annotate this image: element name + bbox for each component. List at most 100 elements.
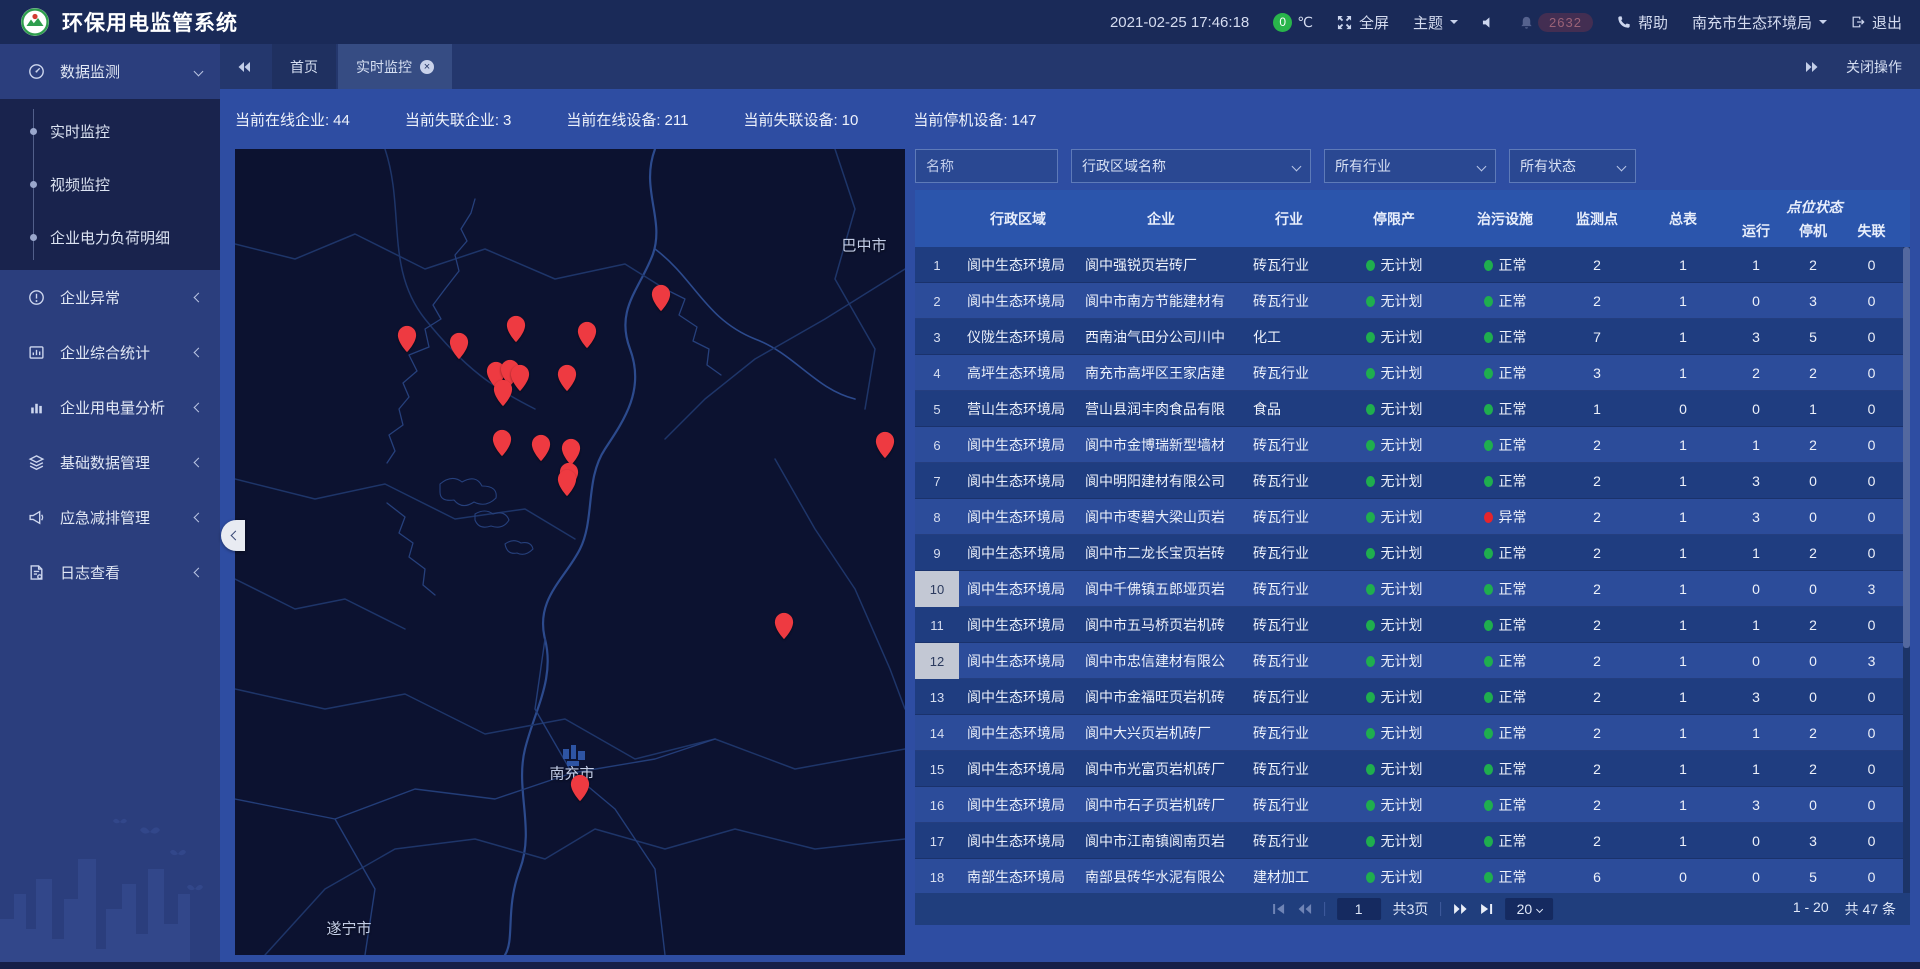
table-row[interactable]: 2 阆中生态环境局 阆中市南方节能建材有 砖瓦行业 无计划 正常 2 1 0 3… (915, 283, 1910, 319)
cell-company: 阆中市光富页岩机砖厂 (1077, 751, 1245, 787)
cell-pollution-facility: 正常 (1455, 607, 1555, 643)
cell-monitor-points: 2 (1555, 751, 1639, 787)
table-row[interactable]: 5 营山生态环境局 营山县润丰肉食品有限 食品 无计划 正常 1 0 0 1 0 (915, 391, 1910, 427)
map-pin-icon[interactable] (397, 325, 418, 358)
sub-column-header[interactable]: 运行 (1727, 221, 1785, 241)
table-row[interactable]: 6 阆中生态环境局 阆中市金博瑞新型墙材 砖瓦行业 无计划 正常 2 1 1 2… (915, 427, 1910, 463)
sidebar-item-2[interactable]: 企业综合统计 (0, 325, 220, 380)
next-page-button[interactable] (1453, 903, 1468, 915)
map-pin-icon[interactable] (577, 321, 598, 354)
column-header[interactable]: 停限产 (1333, 190, 1455, 247)
region-filter-select[interactable]: 行政区域名称 (1071, 149, 1311, 183)
table-row[interactable]: 7 阆中生态环境局 阆中明阳建材有限公司 砖瓦行业 无计划 正常 2 1 3 0… (915, 463, 1910, 499)
cell-total-meters: 1 (1639, 643, 1727, 679)
column-header[interactable]: 行业 (1245, 190, 1333, 247)
cell-stopped: 0 (1785, 571, 1841, 607)
map-pin-icon[interactable] (875, 431, 896, 464)
sub-column-header[interactable]: 停机 (1785, 221, 1841, 241)
sidebar-collapse-button[interactable] (221, 520, 245, 551)
map-roads (235, 149, 905, 955)
cell-region: 阆中生态环境局 (959, 787, 1077, 823)
cell-total-meters: 1 (1639, 679, 1727, 715)
cell-disconnected: 0 (1841, 499, 1902, 535)
last-page-icon (1480, 903, 1493, 915)
prev-page-button[interactable] (1297, 903, 1312, 915)
help-button[interactable]: 帮助 (1617, 12, 1668, 33)
map-pin-icon[interactable] (531, 434, 552, 467)
first-page-button[interactable] (1272, 903, 1285, 915)
sidebar-item-3[interactable]: 企业用电量分析 (0, 380, 220, 435)
last-page-button[interactable] (1480, 903, 1493, 915)
theme-menu[interactable]: 主题 (1413, 12, 1458, 33)
table-row[interactable]: 1 阆中生态环境局 阆中强锐页岩砖厂 砖瓦行业 无计划 正常 2 1 1 2 0 (915, 247, 1910, 283)
tab-0[interactable]: 首页 (272, 44, 336, 89)
tab-close-icon[interactable]: × (420, 60, 434, 74)
cell-pollution-facility: 正常 (1455, 355, 1555, 391)
notification-bell[interactable]: 2632 (1519, 13, 1593, 32)
map-pin-icon[interactable] (510, 364, 531, 397)
name-filter-input[interactable] (915, 149, 1058, 183)
column-header[interactable]: 行政区域 (959, 190, 1077, 247)
map-pin-icon[interactable] (506, 315, 527, 348)
org-menu[interactable]: 南充市生态环境局 (1692, 12, 1827, 33)
map-pin-icon[interactable] (449, 332, 470, 365)
column-header[interactable]: 治污设施 (1455, 190, 1555, 247)
sidebar-subitem-2[interactable]: 企业电力负荷明细 (0, 211, 220, 264)
table-row[interactable]: 13 阆中生态环境局 阆中市金福旺页岩机砖 砖瓦行业 无计划 正常 2 1 3 … (915, 679, 1910, 715)
row-number: 11 (915, 607, 959, 643)
table-row[interactable]: 10 阆中生态环境局 阆中千佛镇五郎垭页岩 砖瓦行业 无计划 正常 2 1 0 … (915, 571, 1910, 607)
map-pin-icon[interactable] (492, 429, 513, 462)
page-size-select[interactable]: 20 (1505, 898, 1553, 920)
map-panel[interactable]: 巴中市南充市遂宁市 (235, 149, 905, 955)
sidebar-item-0[interactable]: 数据监测 (0, 44, 220, 99)
cell-total-meters: 1 (1639, 571, 1727, 607)
page-number-input[interactable]: 1 (1337, 898, 1381, 920)
next-page-icon (1453, 903, 1468, 915)
sub-column-header[interactable]: 失联 (1841, 221, 1902, 241)
table-row[interactable]: 18 南部生态环境局 南部县砖华水泥有限公 建材加工 无计划 正常 6 0 0 … (915, 859, 1910, 893)
status-dot-icon (1366, 764, 1375, 775)
sidebar-item-5[interactable]: 应急减排管理 (0, 490, 220, 545)
map-pin-icon[interactable] (774, 612, 795, 645)
sidebar-item-1[interactable]: 企业异常 (0, 270, 220, 325)
scrollbar-thumb[interactable] (1903, 247, 1910, 648)
industry-filter-select[interactable]: 所有行业 (1324, 149, 1496, 183)
map-pin-icon[interactable] (557, 364, 578, 397)
table-row[interactable]: 9 阆中生态环境局 阆中市二龙长宝页岩砖 砖瓦行业 无计划 正常 2 1 1 2… (915, 535, 1910, 571)
tabs-scroll-right-button[interactable] (1788, 61, 1836, 73)
table-row[interactable]: 17 阆中生态环境局 阆中市江南镇阆南页岩 砖瓦行业 无计划 正常 2 1 0 … (915, 823, 1910, 859)
cell-running: 2 (1727, 355, 1785, 391)
table-row[interactable]: 14 阆中生态环境局 阆中大兴页岩机砖厂 砖瓦行业 无计划 正常 2 1 1 2… (915, 715, 1910, 751)
map-pin-icon[interactable] (570, 774, 591, 807)
bullet-icon (30, 181, 37, 188)
tab-1[interactable]: 实时监控 × (338, 44, 452, 89)
sidebar-item-6[interactable]: 日志查看 (0, 545, 220, 600)
cell-running: 0 (1727, 283, 1785, 319)
sidebar-item-4[interactable]: 基础数据管理 (0, 435, 220, 490)
status-dot-icon (1484, 656, 1493, 667)
cell-company: 阆中市金福旺页岩机砖 (1077, 679, 1245, 715)
table-row[interactable]: 11 阆中生态环境局 阆中市五马桥页岩机砖 砖瓦行业 无计划 正常 2 1 1 … (915, 607, 1910, 643)
sidebar-subitem-0[interactable]: 实时监控 (0, 105, 220, 158)
column-header[interactable]: 企业 (1077, 190, 1245, 247)
mute-button[interactable] (1482, 16, 1495, 29)
table-scrollbar[interactable] (1903, 247, 1910, 893)
table-row[interactable]: 12 阆中生态环境局 阆中市忠信建材有限公 砖瓦行业 无计划 正常 2 1 0 … (915, 643, 1910, 679)
cell-stopped: 3 (1785, 283, 1841, 319)
table-row[interactable]: 3 仪陇生态环境局 西南油气田分公司川中 化工 无计划 正常 7 1 3 5 0 (915, 319, 1910, 355)
column-header[interactable]: 总表 (1639, 190, 1727, 247)
table-row[interactable]: 4 高坪生态环境局 南充市高坪区王家店建 砖瓦行业 无计划 正常 3 1 2 2… (915, 355, 1910, 391)
table-row[interactable]: 16 阆中生态环境局 阆中市石子页岩机砖厂 砖瓦行业 无计划 正常 2 1 3 … (915, 787, 1910, 823)
close-operations-button[interactable]: 关闭操作 (1846, 57, 1920, 77)
map-pin-icon[interactable] (557, 469, 578, 502)
sidebar-subitem-1[interactable]: 视频监控 (0, 158, 220, 211)
table-row[interactable]: 8 阆中生态环境局 阆中市枣碧大梁山页岩 砖瓦行业 无计划 异常 2 1 3 0… (915, 499, 1910, 535)
status-filter-select[interactable]: 所有状态 (1509, 149, 1636, 183)
map-pin-icon[interactable] (651, 284, 672, 317)
fullscreen-button[interactable]: 全屏 (1337, 12, 1389, 33)
tabs-scroll-left-button[interactable] (220, 44, 268, 89)
logout-button[interactable]: 退出 (1851, 12, 1902, 33)
city-label: 遂宁市 (326, 918, 371, 939)
table-row[interactable]: 15 阆中生态环境局 阆中市光富页岩机砖厂 砖瓦行业 无计划 正常 2 1 1 … (915, 751, 1910, 787)
column-header[interactable]: 监测点 (1555, 190, 1639, 247)
